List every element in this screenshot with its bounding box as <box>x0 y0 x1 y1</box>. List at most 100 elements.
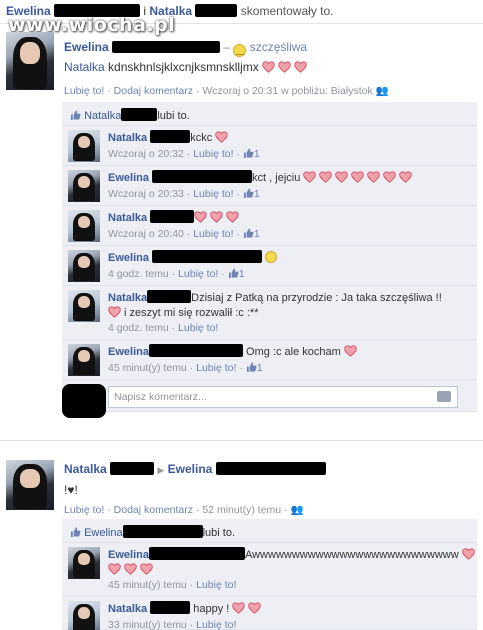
thumbs-up-icon <box>228 268 239 278</box>
post2-comment-link[interactable]: Dodaj komentarz <box>114 504 193 516</box>
post2-meta: Lubię to! · Dodaj komentarz · 52 minut(y… <box>64 504 304 516</box>
redacted-block <box>150 210 195 223</box>
comment-item: Natalka kckc Wczoraj o 20:32 · Lubię to!… <box>62 126 477 166</box>
heart-icon <box>262 61 275 73</box>
post2-likes-suffix: lubi to. <box>202 527 236 539</box>
comment-like-count[interactable]: 1 <box>254 188 260 200</box>
post2-author[interactable]: Natalka <box>64 462 107 476</box>
comment-like-link[interactable]: Lubię to! <box>193 228 233 240</box>
smiley-icon: ‿ <box>233 44 247 57</box>
post2-time[interactable]: 52 minut(y) temu <box>202 504 281 516</box>
comment-meta: 45 minut(y) temu · Lubię to! · 1 <box>108 362 263 374</box>
comment-author[interactable]: Ewelina <box>108 346 149 358</box>
post1-headline: Ewelina – ‿ szczęśliwa <box>64 40 307 57</box>
comment-text: happy ! <box>193 603 230 615</box>
post1-tag[interactable]: Natalka <box>64 60 105 74</box>
post2-like-link[interactable]: Lubię to! <box>64 504 104 516</box>
comment-author[interactable]: Natalka <box>108 132 147 144</box>
comment-author[interactable]: Ewelina <box>108 549 149 561</box>
comment-text: kckc <box>190 132 213 144</box>
header-suffix: skomentowały to. <box>240 4 334 18</box>
comment-like-link[interactable]: Lubię to! <box>193 188 233 200</box>
heart-icon <box>226 211 239 223</box>
post2-likes-bar: Ewelina lubi to. <box>62 519 477 543</box>
comment-like-count[interactable]: 1 <box>239 268 245 280</box>
thumbs-up-icon <box>246 362 257 372</box>
redacted-block <box>152 170 253 183</box>
heart-icon <box>278 61 291 73</box>
redacted-block <box>121 108 158 121</box>
comment-time[interactable]: 45 minut(y) temu <box>108 579 187 591</box>
post1-time[interactable]: Wczoraj o 20:31 w pobliżu: Białystok <box>202 85 372 97</box>
camera-icon[interactable] <box>437 391 451 402</box>
comment-text-line: Natalka <box>108 210 242 226</box>
post1-like-link[interactable]: Lubię to! <box>64 85 104 97</box>
comment-author[interactable]: Natalka <box>108 603 147 615</box>
post1-comment-link[interactable]: Dodaj komentarz <box>114 85 193 97</box>
comment-like-link[interactable]: Lubię to! <box>196 362 236 374</box>
comment-like-count[interactable]: 1 <box>257 362 263 374</box>
avatar[interactable] <box>68 601 100 630</box>
comment-text-line: Ewelina <box>108 250 278 266</box>
avatar[interactable] <box>6 460 54 510</box>
comment-item: Ewelina Omg :c ale kocham 45 minut(y) te… <box>62 340 477 380</box>
comment-time[interactable]: 4 godz. temu <box>108 322 169 334</box>
write-comment-row: Napisz komentarz... <box>62 380 477 418</box>
redacted-block <box>148 344 243 357</box>
comment-like-link[interactable]: Lubię to! <box>196 579 236 591</box>
comment-meta: 4 godz. temu · Lubię to! · 1 <box>108 268 245 280</box>
comment-item: Ewelina Awwwwwwwwwwwwwwwwwwwwwwwwww 45 mi… <box>62 543 477 597</box>
comment-item: Natalka happy ! 33 minut(y) temu · Lubię… <box>62 597 477 630</box>
comment-author[interactable]: Ewelina <box>108 172 149 184</box>
comment-input[interactable]: Napisz komentarz... <box>108 386 458 408</box>
redacted-block <box>215 462 326 475</box>
comment-time[interactable]: Wczoraj o 20:32 <box>108 148 184 160</box>
comment-time[interactable]: 45 minut(y) temu <box>108 362 187 374</box>
comment-text-line: Ewelina Omg :c ale kocham <box>108 344 360 360</box>
avatar[interactable] <box>68 210 100 242</box>
comment-time[interactable]: Wczoraj o 20:33 <box>108 188 184 200</box>
post2-likes-name[interactable]: Ewelina <box>84 527 123 539</box>
comment-time[interactable]: Wczoraj o 20:40 <box>108 228 184 240</box>
comment-author[interactable]: Natalka <box>108 292 147 304</box>
friends-icon: 👥 <box>375 85 389 97</box>
post1-text: kdnskhnlsjklxcnjksmnsklljmx <box>108 60 259 74</box>
comment-like-count[interactable]: 1 <box>254 228 260 240</box>
comment-text: Omg :c ale kocham <box>246 346 341 358</box>
post1-author[interactable]: Ewelina <box>64 40 109 54</box>
redacted-block <box>112 41 221 53</box>
comment-text-line: Natalka kckc <box>108 130 231 146</box>
comment-like-link[interactable]: Lubię to! <box>196 619 236 630</box>
avatar[interactable] <box>68 250 100 282</box>
comment-meta: Wczoraj o 20:32 · Lubię to! · 1 <box>108 148 260 160</box>
comment-like-link[interactable]: Lubię to! <box>178 268 218 280</box>
avatar[interactable] <box>6 32 54 90</box>
comment-meta: 4 godz. temu · Lubię to! <box>108 322 219 334</box>
heart-icon <box>108 563 121 575</box>
heart-icon <box>294 61 307 73</box>
avatar[interactable] <box>68 130 100 162</box>
avatar[interactable] <box>68 170 100 202</box>
comment-text: Awwwwwwwwwwwwwwwwwwwwwwwwww <box>244 549 459 561</box>
comment-like-count[interactable]: 1 <box>254 148 260 160</box>
post2-comments: Ewelina lubi to. Ewelina Awwwwwwwwwwwwwwww… <box>62 519 477 630</box>
post2-target[interactable]: Ewelina <box>168 462 213 476</box>
arrow-right-icon: ▶ <box>157 465 165 475</box>
thumbs-up-icon <box>243 188 254 198</box>
comment-like-link[interactable]: Lubię to! <box>193 148 233 160</box>
comment-time[interactable]: 33 minut(y) temu <box>108 619 187 630</box>
avatar[interactable] <box>68 547 100 579</box>
comment-author[interactable]: Natalka <box>108 212 147 224</box>
redacted-block <box>110 462 155 475</box>
heart-icon <box>194 211 207 223</box>
comment-time[interactable]: 4 godz. temu <box>108 268 169 280</box>
comment-meta: Wczoraj o 20:33 · Lubię to! · 1 <box>108 188 260 200</box>
comment-meta: 33 minut(y) temu · Lubię to! <box>108 619 237 630</box>
heart-icon <box>232 602 245 614</box>
post1-likes-name[interactable]: Natalka <box>84 110 121 122</box>
avatar[interactable] <box>68 344 100 376</box>
comment-like-link[interactable]: Lubię to! <box>178 322 218 334</box>
comment-author[interactable]: Ewelina <box>108 252 149 264</box>
heart-icon <box>319 171 332 183</box>
avatar[interactable] <box>68 290 100 322</box>
